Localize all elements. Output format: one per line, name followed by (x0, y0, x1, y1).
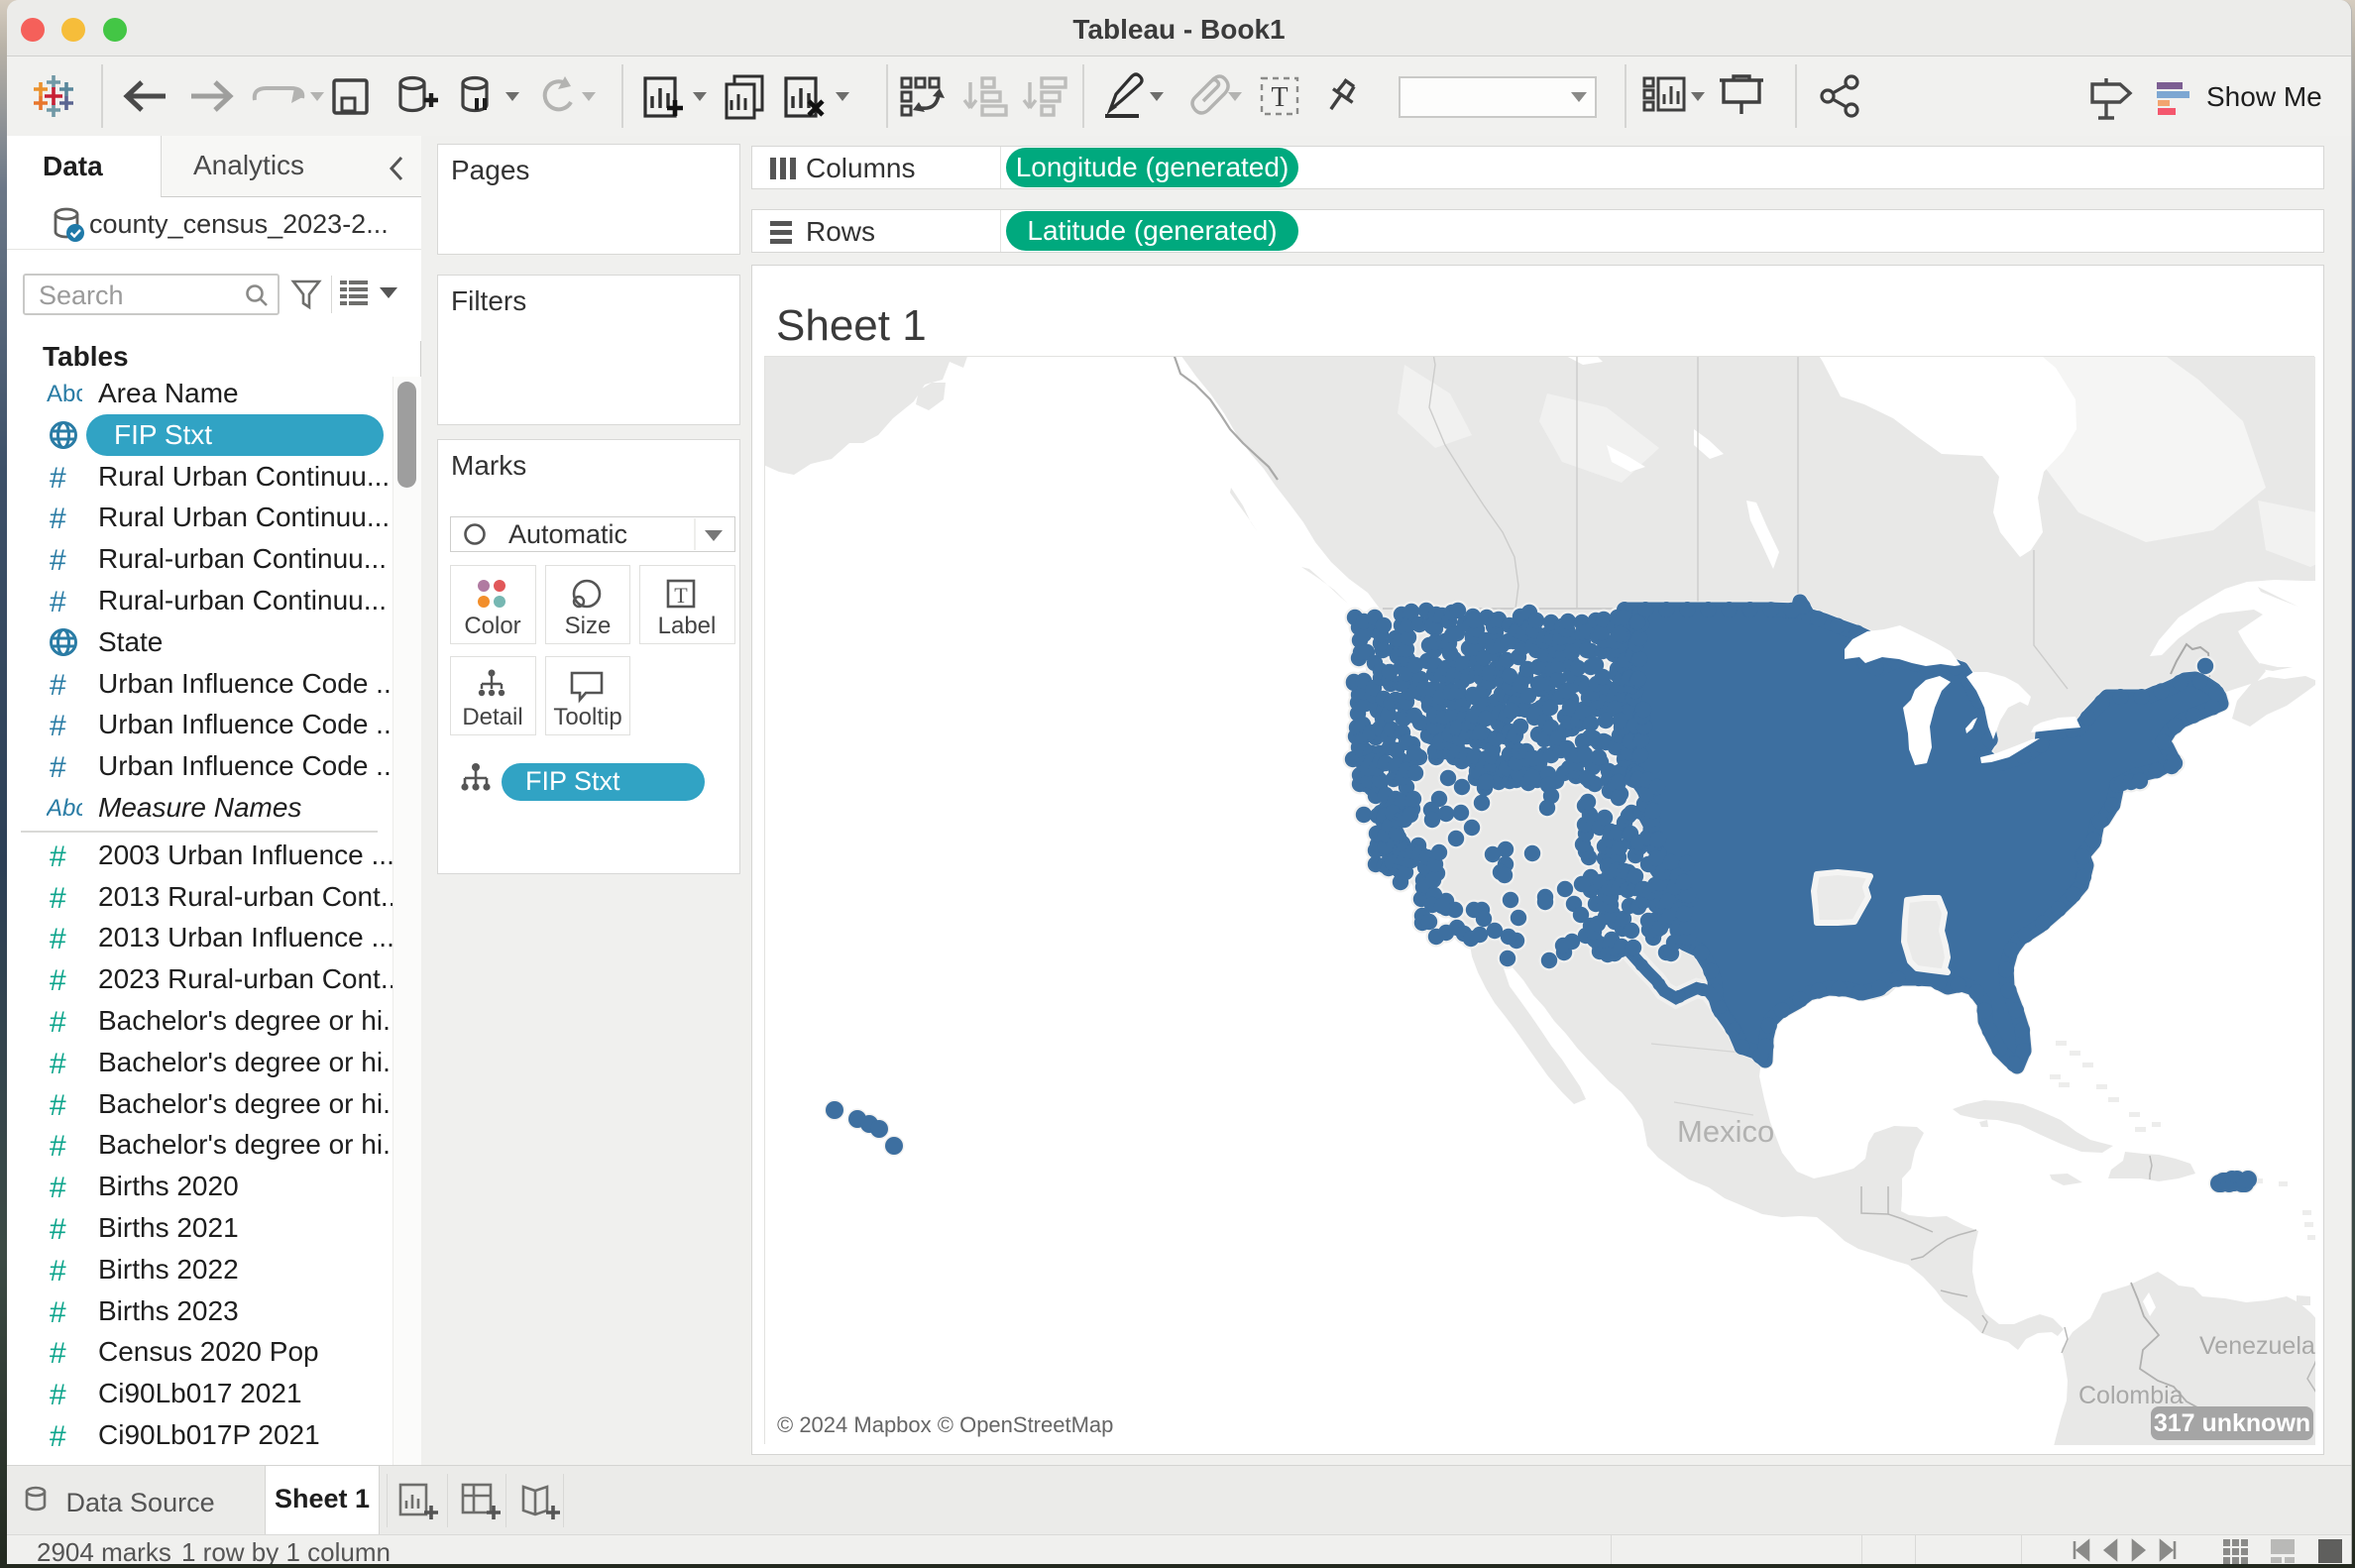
svg-text:Venezuela: Venezuela (2199, 1332, 2315, 1360)
svg-text:#: # (50, 1006, 66, 1039)
svg-text:T: T (674, 583, 688, 608)
svg-text:#: # (50, 1337, 66, 1370)
svg-text:#: # (50, 964, 66, 997)
svg-text:#: # (50, 669, 66, 702)
svg-text:#: # (50, 710, 66, 742)
svg-text:T: T (1271, 82, 1288, 113)
svg-text:317 unknown: 317 unknown (2154, 1409, 2310, 1437)
svg-text:#: # (50, 1048, 66, 1080)
svg-text:#: # (50, 1130, 66, 1163)
svg-text:#: # (50, 1379, 66, 1411)
svg-text:#: # (50, 544, 66, 577)
svg-text:Size: Size (565, 613, 612, 639)
svg-text:Color: Color (464, 613, 520, 639)
svg-text:#: # (50, 923, 66, 955)
svg-text:© 2024 Mapbox © OpenStreetMap: © 2024 Mapbox © OpenStreetMap (777, 1412, 1113, 1437)
svg-text:#: # (50, 462, 66, 495)
svg-text:Colombia: Colombia (2078, 1382, 2184, 1409)
svg-text:Automatic: Automatic (508, 519, 627, 549)
svg-text:#: # (50, 751, 66, 784)
svg-text:#: # (50, 1172, 66, 1204)
svg-text:#: # (50, 1296, 66, 1329)
svg-text:Tooltip: Tooltip (553, 704, 621, 730)
svg-text:#: # (50, 1213, 66, 1246)
svg-text:#: # (50, 1255, 66, 1288)
svg-text:#: # (50, 1089, 66, 1122)
svg-text:Abc: Abc (47, 381, 82, 407)
svg-text:Mexico: Mexico (1677, 1114, 1774, 1149)
svg-text:Abc: Abc (47, 795, 82, 822)
svg-text:#: # (50, 840, 66, 873)
svg-text:#: # (50, 882, 66, 915)
svg-text:Show Me: Show Me (2206, 81, 2322, 112)
svg-text:#: # (50, 503, 66, 535)
svg-text:#: # (50, 586, 66, 618)
svg-text:Label: Label (658, 613, 717, 639)
svg-text:#: # (50, 1420, 66, 1453)
svg-text:Detail: Detail (462, 704, 522, 730)
